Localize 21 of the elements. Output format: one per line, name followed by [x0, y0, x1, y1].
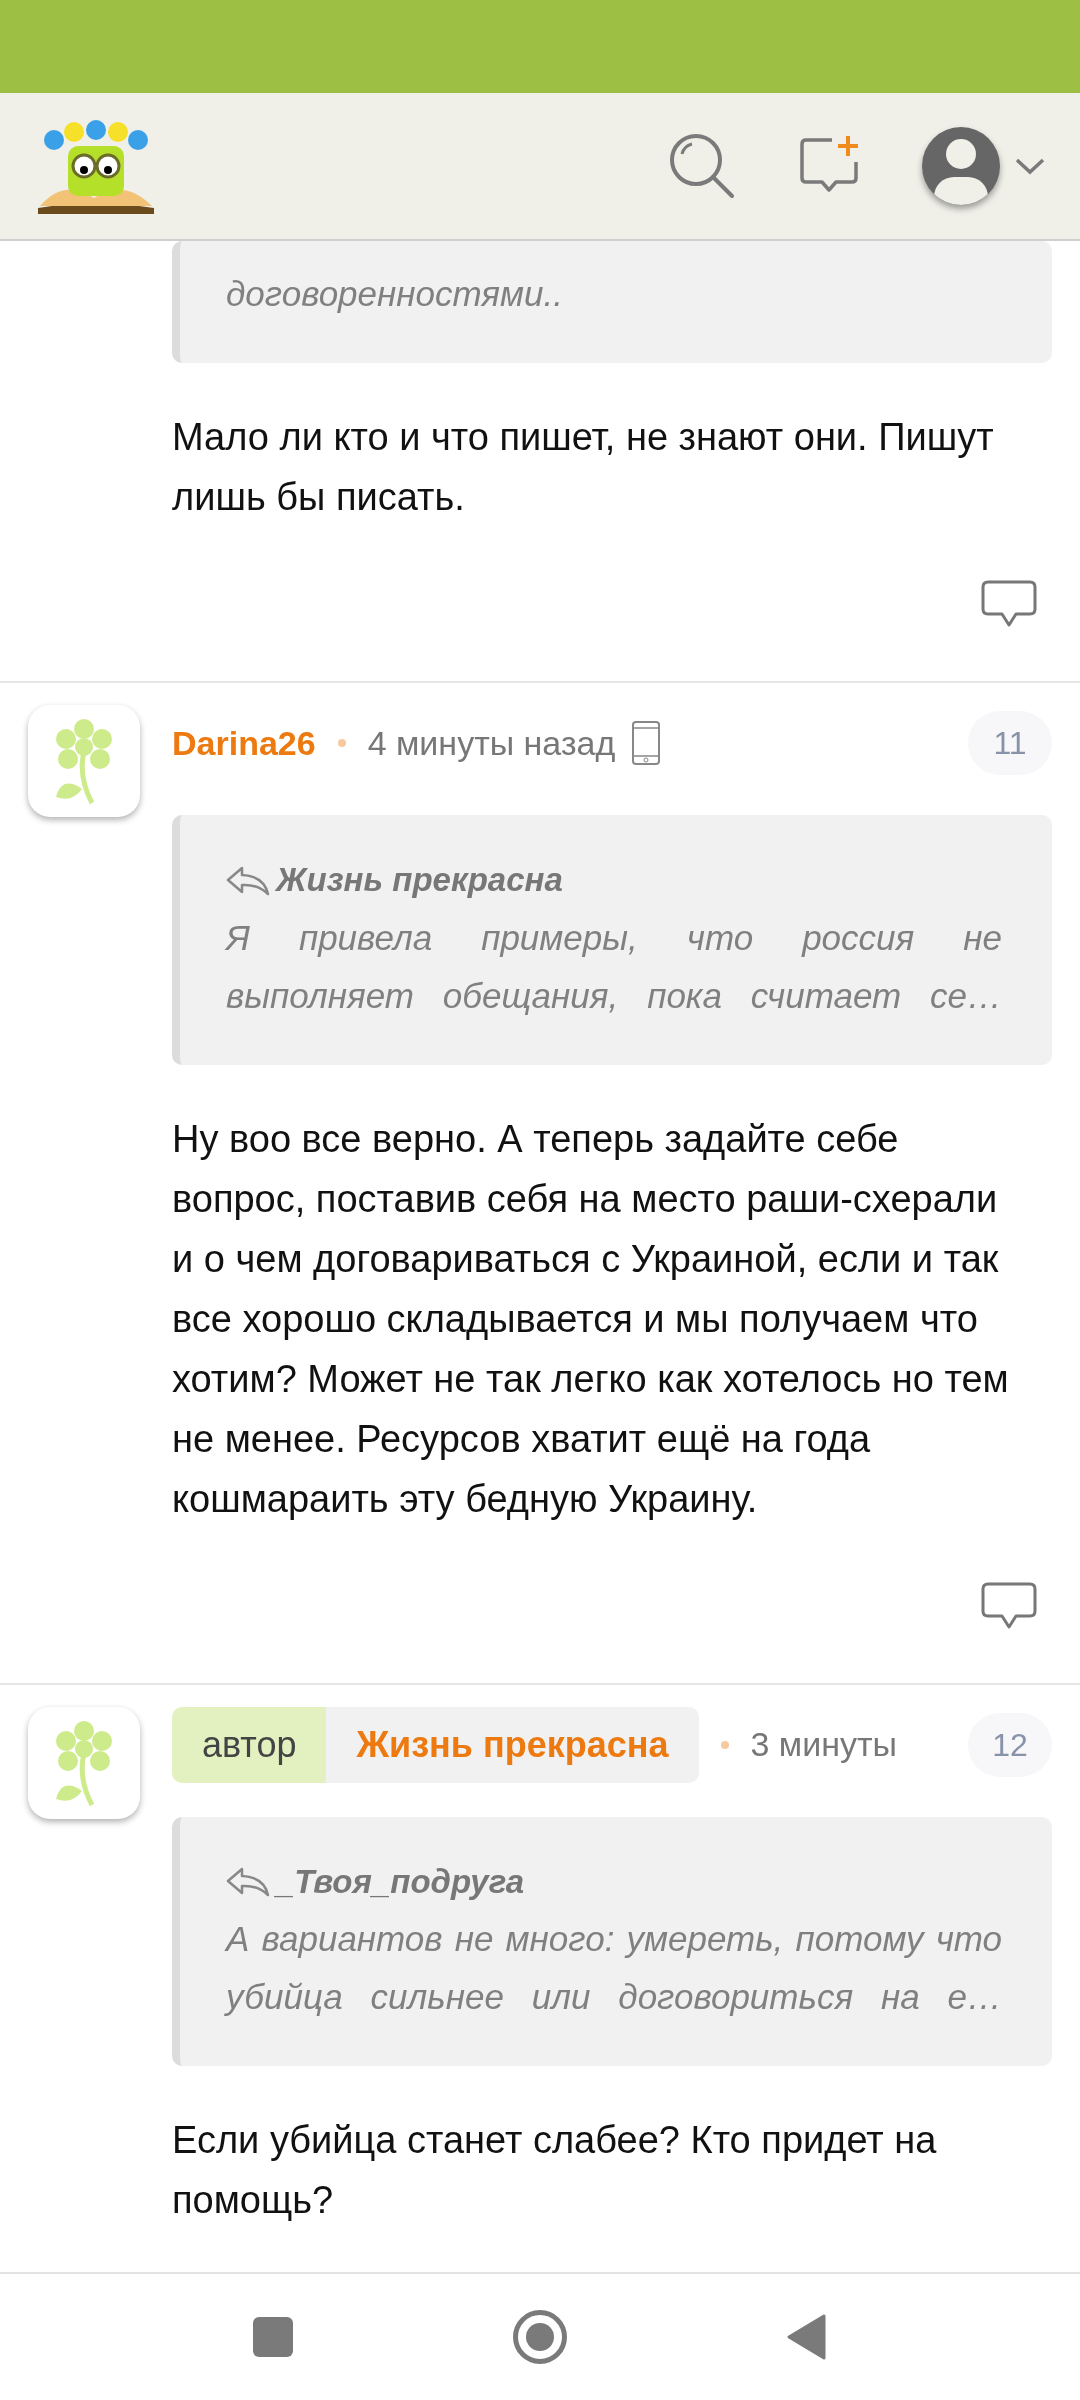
author-link[interactable]: Жизнь прекрасна: [326, 1706, 699, 1783]
post-time: 3 минуты: [750, 1724, 897, 1765]
author-link[interactable]: Darina26: [172, 717, 316, 769]
user-avatar[interactable]: [922, 127, 1000, 205]
post-time: 4 минуты назад: [367, 722, 616, 764]
comment-text: Если убийца станет слабее? Кто придет на помощь?: [172, 2118, 938, 2223]
search-icon[interactable]: [668, 132, 736, 200]
quote-author: _Твоя_подруга: [276, 1861, 525, 1902]
back-button[interactable]: [787, 2314, 827, 2360]
quote-text: А вариантов не много: умереть, потому что убийца сильнее или договориться на е…: [226, 1918, 1002, 2018]
quote-text: договоренностями..: [226, 273, 564, 315]
quote-text: Я привела примеры, что россия не выполняет обещания, пока считает се…: [226, 916, 1002, 1017]
comment-number: 11: [968, 711, 1052, 775]
comment-text: Мало ли кто и что пишет, не знают они. Пишут лишь бы писать.: [172, 415, 995, 520]
home-button[interactable]: [513, 2310, 567, 2364]
author-badge: автор: [172, 1706, 327, 1783]
comment-number: 12: [968, 1712, 1052, 1777]
chevron-down-icon[interactable]: [1014, 156, 1046, 176]
quote-author: Жизнь прекрасна: [276, 860, 563, 900]
reply-arrow-icon: [226, 1865, 270, 1898]
comment-text: Ну воо все верно. А теперь задайте себе вопрос, поставив себя на место раши-схерали и о чем договариваться с Украиной, если и так все хорошо складывается и мы получаем что хотим? Может не так легко как хотелось но тем не менее. Ресурсов хватит ещё на года кошмараить эту бедную Украину.: [172, 1116, 1010, 1522]
